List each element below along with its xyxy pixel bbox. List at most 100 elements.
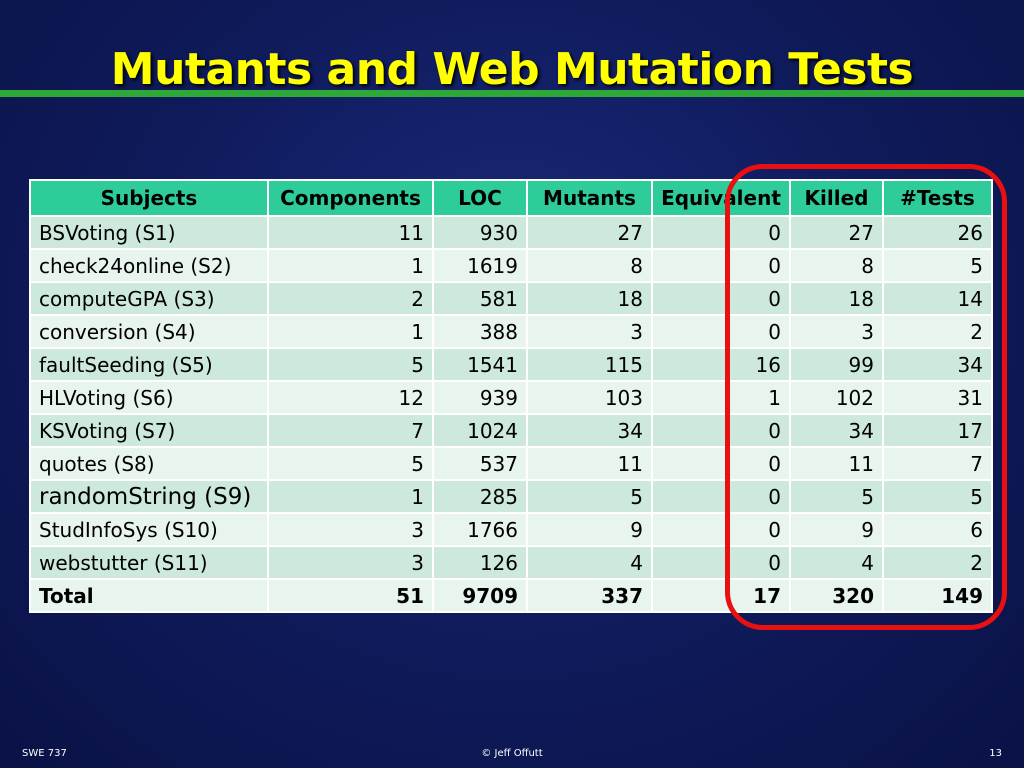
title-underline <box>0 90 1024 97</box>
header-tests: #Tests <box>882 179 993 217</box>
cell-tests: 6 <box>882 512 993 547</box>
cell-killed: 102 <box>789 380 884 415</box>
cell-mutants: 8 <box>526 248 653 283</box>
cell-mutants: 103 <box>526 380 653 415</box>
cell-components: 3 <box>267 545 434 580</box>
cell-mutants: 34 <box>526 413 653 448</box>
cell-equivalent: 0 <box>651 413 791 448</box>
cell-total-killed: 320 <box>789 578 884 613</box>
table-total-row: Total 51 9709 337 17 320 149 <box>29 578 993 613</box>
cell-mutants: 18 <box>526 281 653 316</box>
cell-loc: 1766 <box>432 512 528 547</box>
cell-mutants: 115 <box>526 347 653 382</box>
cell-tests: 14 <box>882 281 993 316</box>
cell-total-loc: 9709 <box>432 578 528 613</box>
cell-equivalent: 0 <box>651 512 791 547</box>
cell-loc: 388 <box>432 314 528 349</box>
cell-loc: 537 <box>432 446 528 481</box>
header-components: Components <box>267 179 434 217</box>
cell-loc: 126 <box>432 545 528 580</box>
cell-killed: 3 <box>789 314 884 349</box>
cell-killed: 11 <box>789 446 884 481</box>
cell-killed: 18 <box>789 281 884 316</box>
table-row: KSVoting (S7) 7 1024 34 0 34 17 <box>29 413 993 448</box>
cell-mutants: 4 <box>526 545 653 580</box>
cell-subject: check24online (S2) <box>29 248 269 283</box>
cell-subject: faultSeeding (S5) <box>29 347 269 382</box>
cell-equivalent: 1 <box>651 380 791 415</box>
cell-tests: 2 <box>882 314 993 349</box>
cell-total-components: 51 <box>267 578 434 613</box>
table-row: randomString (S9) 1 285 5 0 5 5 <box>29 479 993 514</box>
cell-subject: computeGPA (S3) <box>29 281 269 316</box>
cell-loc: 1024 <box>432 413 528 448</box>
cell-loc: 285 <box>432 479 528 514</box>
cell-subject: KSVoting (S7) <box>29 413 269 448</box>
header-mutants: Mutants <box>526 179 653 217</box>
cell-total-mutants: 337 <box>526 578 653 613</box>
cell-components: 5 <box>267 446 434 481</box>
cell-equivalent: 0 <box>651 446 791 481</box>
cell-tests: 34 <box>882 347 993 382</box>
cell-mutants: 3 <box>526 314 653 349</box>
cell-equivalent: 0 <box>651 479 791 514</box>
cell-killed: 99 <box>789 347 884 382</box>
cell-total-label: Total <box>29 578 269 613</box>
cell-killed: 9 <box>789 512 884 547</box>
table-row: StudInfoSys (S10) 3 1766 9 0 9 6 <box>29 512 993 547</box>
cell-equivalent: 0 <box>651 281 791 316</box>
cell-total-equivalent: 17 <box>651 578 791 613</box>
cell-tests: 31 <box>882 380 993 415</box>
cell-tests: 17 <box>882 413 993 448</box>
cell-tests: 7 <box>882 446 993 481</box>
mutation-results-table: Subjects Components LOC Mutants Equivale… <box>29 179 993 613</box>
cell-components: 5 <box>267 347 434 382</box>
cell-killed: 8 <box>789 248 884 283</box>
cell-loc: 939 <box>432 380 528 415</box>
cell-components: 1 <box>267 314 434 349</box>
cell-equivalent: 0 <box>651 314 791 349</box>
cell-equivalent: 16 <box>651 347 791 382</box>
cell-components: 11 <box>267 215 434 250</box>
cell-killed: 4 <box>789 545 884 580</box>
header-loc: LOC <box>432 179 528 217</box>
cell-mutants: 5 <box>526 479 653 514</box>
cell-mutants: 9 <box>526 512 653 547</box>
table-row: quotes (S8) 5 537 11 0 11 7 <box>29 446 993 481</box>
cell-tests: 5 <box>882 479 993 514</box>
table-row: conversion (S4) 1 388 3 0 3 2 <box>29 314 993 349</box>
cell-equivalent: 0 <box>651 545 791 580</box>
table-row: faultSeeding (S5) 5 1541 115 16 99 34 <box>29 347 993 382</box>
cell-tests: 26 <box>882 215 993 250</box>
cell-components: 2 <box>267 281 434 316</box>
table-header-row: Subjects Components LOC Mutants Equivale… <box>29 179 993 217</box>
cell-components: 3 <box>267 512 434 547</box>
cell-mutants: 27 <box>526 215 653 250</box>
cell-loc: 1541 <box>432 347 528 382</box>
table-row: check24online (S2) 1 1619 8 0 8 5 <box>29 248 993 283</box>
slide-title: Mutants and Web Mutation Tests <box>110 44 914 95</box>
cell-loc: 581 <box>432 281 528 316</box>
footer-author: © Jeff Offutt <box>481 748 543 759</box>
cell-subject: BSVoting (S1) <box>29 215 269 250</box>
cell-loc: 930 <box>432 215 528 250</box>
table-row: computeGPA (S3) 2 581 18 0 18 14 <box>29 281 993 316</box>
cell-components: 1 <box>267 248 434 283</box>
cell-subject: quotes (S8) <box>29 446 269 481</box>
table-row: BSVoting (S1) 11 930 27 0 27 26 <box>29 215 993 250</box>
cell-components: 12 <box>267 380 434 415</box>
cell-components: 7 <box>267 413 434 448</box>
footer-page-number: 13 <box>989 748 1002 759</box>
cell-components: 1 <box>267 479 434 514</box>
header-subjects: Subjects <box>29 179 269 217</box>
cell-killed: 5 <box>789 479 884 514</box>
cell-tests: 2 <box>882 545 993 580</box>
cell-subject: webstutter (S11) <box>29 545 269 580</box>
cell-killed: 27 <box>789 215 884 250</box>
cell-tests: 5 <box>882 248 993 283</box>
cell-total-tests: 149 <box>882 578 993 613</box>
cell-equivalent: 0 <box>651 215 791 250</box>
cell-killed: 34 <box>789 413 884 448</box>
table-row: HLVoting (S6) 12 939 103 1 102 31 <box>29 380 993 415</box>
cell-subject: conversion (S4) <box>29 314 269 349</box>
